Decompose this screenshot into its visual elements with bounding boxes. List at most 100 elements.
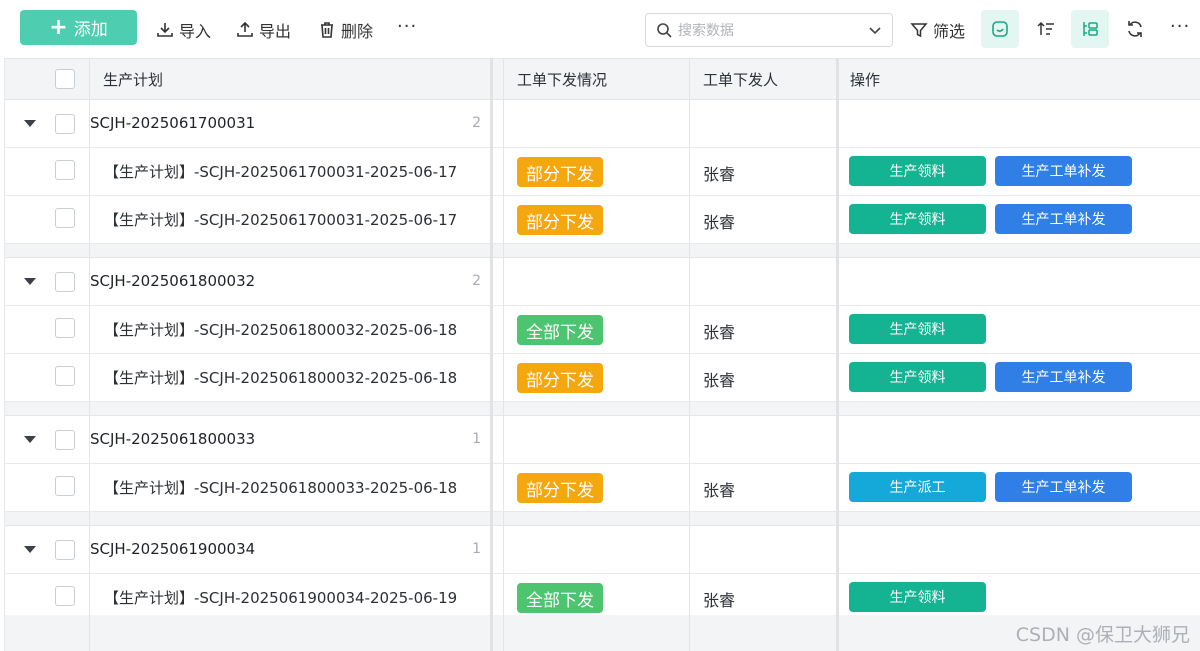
reissue-work-order-button[interactable]: 生产工单补发: [995, 472, 1132, 502]
table-row[interactable]: 【生产计划】-SCJH-2025061800033-2025-06-18 部分下发…: [5, 464, 1200, 512]
group-checkbox[interactable]: [55, 272, 75, 292]
column-divider: [89, 58, 90, 651]
group-title: SCJH-2025061900034: [90, 540, 256, 558]
plus-icon: +: [49, 14, 68, 40]
reissue-work-order-button[interactable]: 生产工单补发: [995, 204, 1132, 234]
row-checkbox[interactable]: [55, 366, 75, 386]
filter-icon: [910, 23, 928, 38]
toolbar: + 添加 导入 导出 删除 ··· 搜索数据 筛选 ···: [0, 0, 1200, 58]
chevron-down-icon[interactable]: [868, 23, 882, 37]
table-row[interactable]: 【生产计划】-SCJH-2025061800032-2025-06-18 部分下发…: [5, 354, 1200, 402]
issuer-name: 张睿: [703, 165, 736, 184]
issuer-name: 张睿: [703, 323, 736, 342]
add-button[interactable]: + 添加: [20, 10, 137, 45]
delete-button[interactable]: 删除: [318, 17, 373, 43]
row-checkbox[interactable]: [55, 586, 75, 606]
group-checkbox[interactable]: [55, 540, 75, 560]
material-requisition-button[interactable]: 生产领料: [849, 156, 986, 186]
caret-down-icon[interactable]: [24, 120, 36, 127]
export-button[interactable]: 导出: [236, 17, 291, 43]
column-divider: [689, 58, 690, 651]
group-title: SCJH-2025061700031: [90, 114, 256, 132]
frozen-column-divider[interactable]: [490, 58, 493, 651]
caret-down-icon[interactable]: [24, 546, 36, 553]
import-button[interactable]: 导入: [156, 17, 211, 43]
issuer-name: 张睿: [703, 591, 736, 610]
column-header-plan[interactable]: 生产计划: [103, 59, 163, 100]
group-count: 1: [472, 541, 481, 557]
reissue-work-order-button[interactable]: 生产工单补发: [995, 156, 1132, 186]
select-all-checkbox[interactable]: [55, 69, 75, 89]
plan-title: 【生产计划】-SCJH-2025061700031-2025-06-17: [104, 211, 458, 229]
status-badge: 全部下发: [517, 583, 603, 613]
row-checkbox[interactable]: [55, 208, 75, 228]
view-style-button[interactable]: [981, 10, 1019, 48]
dispatch-button[interactable]: 生产派工: [849, 472, 986, 502]
plan-title: 【生产计划】-SCJH-2025061800032-2025-06-18: [104, 369, 458, 387]
plan-title: 【生产计划】-SCJH-2025061900034-2025-06-19: [104, 589, 458, 607]
group-separator: [5, 512, 1200, 526]
filter-button[interactable]: 筛选: [910, 17, 965, 43]
column-header-actions[interactable]: 操作: [850, 59, 880, 100]
group-checkbox[interactable]: [55, 430, 75, 450]
refresh-icon: [1128, 21, 1142, 37]
group-count: 1: [472, 431, 481, 447]
watermark: CSDN @保卫大狮兄: [1015, 624, 1190, 646]
group-row[interactable]: SCJH-2025061700031 2: [5, 100, 1200, 148]
material-requisition-button[interactable]: 生产领料: [849, 362, 986, 392]
status-badge: 部分下发: [517, 473, 603, 503]
group-row[interactable]: SCJH-2025061800033 1: [5, 416, 1200, 464]
plan-title: 【生产计划】-SCJH-2025061800032-2025-06-18: [104, 321, 458, 339]
search-box[interactable]: 搜索数据: [645, 13, 893, 47]
import-label: 导入: [179, 22, 212, 41]
row-checkbox[interactable]: [55, 160, 75, 180]
material-requisition-button[interactable]: 生产领料: [849, 204, 986, 234]
column-header-status[interactable]: 工单下发情况: [517, 59, 607, 100]
status-badge: 部分下发: [517, 157, 603, 187]
palette-icon: [992, 21, 1008, 37]
data-table: 生产计划 工单下发情况 工单下发人 操作 SCJH-2025061700031 2…: [4, 58, 1200, 651]
column-header-issuer[interactable]: 工单下发人: [703, 59, 778, 100]
group-row[interactable]: SCJH-2025061800032 2: [5, 258, 1200, 306]
group-checkbox[interactable]: [55, 114, 75, 134]
reissue-work-order-button[interactable]: 生产工单补发: [995, 362, 1132, 392]
group-count: 2: [472, 273, 481, 289]
group-list-icon: [1083, 22, 1098, 36]
frozen-column-divider[interactable]: [836, 58, 839, 651]
caret-down-icon[interactable]: [24, 436, 36, 443]
table-row[interactable]: 【生产计划】-SCJH-2025061700031-2025-06-17 部分下发…: [5, 148, 1200, 196]
row-checkbox[interactable]: [55, 476, 75, 496]
search-input[interactable]: 搜索数据: [678, 20, 862, 40]
sort-icon: [1037, 21, 1054, 35]
group-row[interactable]: SCJH-2025061900034 1: [5, 526, 1200, 574]
row-checkbox[interactable]: [55, 318, 75, 338]
table-header: 生产计划 工单下发情况 工单下发人 操作: [5, 58, 1200, 100]
group-title: SCJH-2025061800032: [90, 272, 256, 290]
more-actions-button[interactable]: ···: [397, 16, 417, 37]
table-row[interactable]: 【生产计划】-SCJH-2025061800032-2025-06-18 全部下发…: [5, 306, 1200, 354]
issuer-name: 张睿: [703, 213, 736, 232]
material-requisition-button[interactable]: 生产领料: [849, 582, 986, 612]
delete-label: 删除: [341, 22, 374, 41]
group-separator: [5, 402, 1200, 416]
material-requisition-button[interactable]: 生产领料: [849, 314, 986, 344]
status-badge: 部分下发: [517, 205, 603, 235]
add-button-label: 添加: [73, 20, 108, 40]
issuer-name: 张睿: [703, 371, 736, 390]
filter-label: 筛选: [933, 22, 966, 41]
more-options-button[interactable]: ···: [1170, 16, 1190, 37]
status-badge: 全部下发: [517, 315, 603, 345]
export-label: 导出: [259, 22, 292, 41]
group-title: SCJH-2025061800033: [90, 430, 256, 448]
column-divider: [503, 58, 504, 651]
caret-down-icon[interactable]: [24, 278, 36, 285]
sort-button[interactable]: [1027, 10, 1065, 48]
group-count: 2: [472, 115, 481, 131]
trash-icon: [321, 22, 333, 38]
refresh-button[interactable]: [1116, 10, 1154, 48]
group-button[interactable]: [1071, 10, 1109, 48]
plan-title: 【生产计划】-SCJH-2025061700031-2025-06-17: [104, 163, 458, 181]
issuer-name: 张睿: [703, 481, 736, 500]
plan-title: 【生产计划】-SCJH-2025061800033-2025-06-18: [104, 479, 458, 497]
table-row[interactable]: 【生产计划】-SCJH-2025061700031-2025-06-17 部分下发…: [5, 196, 1200, 244]
